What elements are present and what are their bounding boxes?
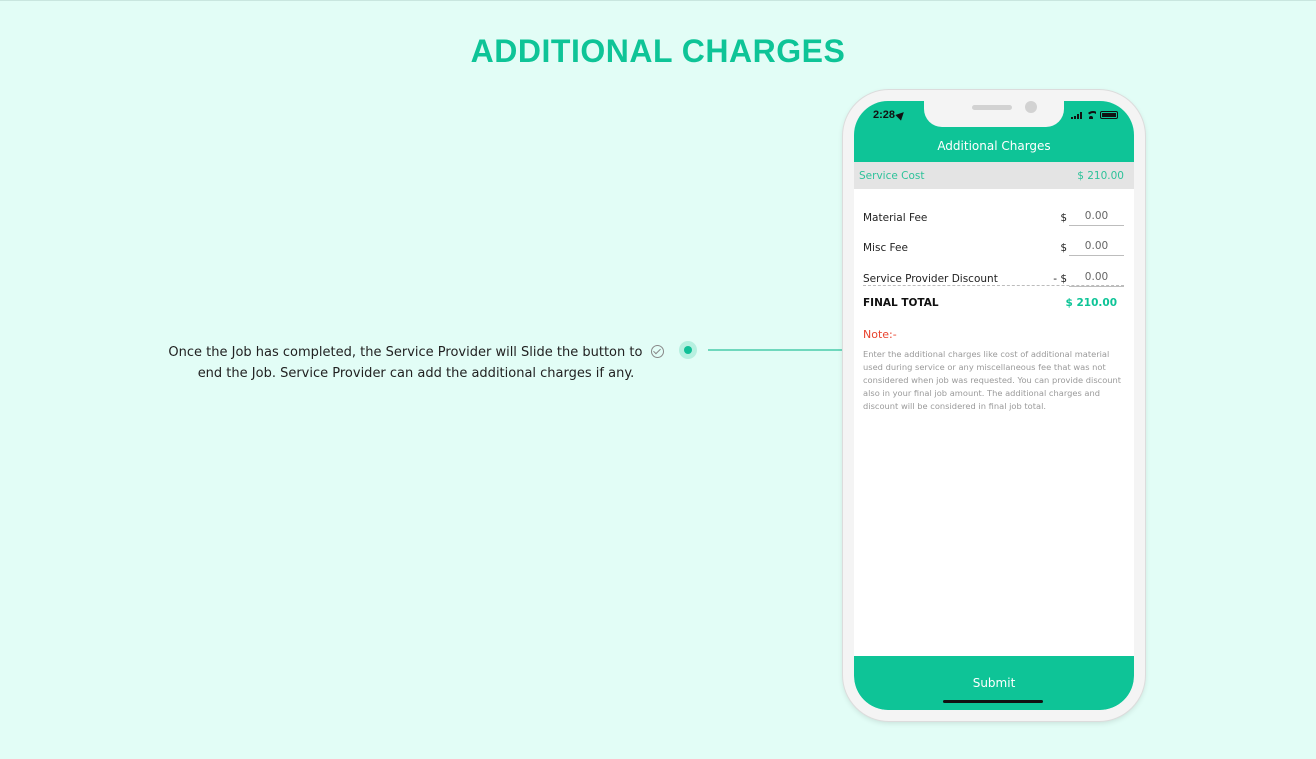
app-header: 2:28 Additional Charges	[854, 101, 1134, 162]
material-fee-row: Material Fee $ 0.00	[854, 207, 1134, 229]
cellular-signal-icon	[1071, 111, 1082, 119]
submit-button[interactable]: Submit	[854, 656, 1134, 710]
material-fee-label: Material Fee	[863, 212, 928, 224]
status-time-text: 2:28	[873, 109, 896, 121]
check-circle-icon	[650, 345, 664, 358]
home-indicator	[943, 700, 1043, 703]
discount-row: Service Provider Discount - $ 0.00	[854, 268, 1134, 290]
final-total-label: FINAL TOTAL	[863, 297, 939, 309]
timeline-dot	[679, 341, 697, 359]
misc-fee-currency: $	[1060, 242, 1067, 254]
feature-description: Once the Job has completed, the Service …	[160, 342, 672, 384]
service-cost-row: Service Cost $ 210.00	[854, 162, 1134, 189]
service-cost-value: $ 210.00	[1077, 169, 1124, 182]
phone-screen: 2:28 Additional Charges Service Cost $ 2…	[854, 101, 1134, 710]
dashed-divider	[863, 285, 1124, 286]
service-cost-label: Service Cost	[859, 169, 925, 182]
misc-fee-row: Misc Fee $ 0.00	[854, 237, 1134, 259]
note-text: Enter the additional charges like cost o…	[863, 349, 1122, 411]
material-fee-input[interactable]: 0.00	[1069, 210, 1124, 226]
battery-icon	[1100, 111, 1118, 119]
description-line-1: Once the Job has completed, the Service …	[168, 345, 643, 360]
note-label: Note:-	[863, 328, 897, 341]
phone-mockup: 2:28 Additional Charges Service Cost $ 2…	[843, 90, 1145, 721]
final-total-row: FINAL TOTAL $ 210.00	[854, 297, 1134, 313]
connector-line	[708, 349, 848, 351]
page-title: ADDITIONAL CHARGES	[470, 33, 846, 69]
final-total-value: $ 210.00	[1065, 297, 1117, 309]
status-bar-time: 2:28	[873, 109, 907, 121]
wifi-icon	[1086, 111, 1096, 119]
misc-fee-label: Misc Fee	[863, 242, 908, 254]
misc-fee-input[interactable]: 0.00	[1069, 240, 1124, 256]
material-fee-currency: $	[1060, 212, 1067, 224]
speaker	[972, 105, 1012, 110]
location-arrow-icon	[895, 109, 907, 121]
screen-title: Additional Charges	[937, 139, 1051, 153]
submit-label: Submit	[972, 676, 1016, 690]
discount-label: Service Provider Discount	[863, 273, 998, 285]
phone-notch	[924, 101, 1064, 127]
front-camera	[1025, 101, 1037, 113]
status-icons	[1071, 111, 1118, 119]
description-line-2: end the Job. Service Provider can add th…	[197, 366, 635, 381]
discount-currency: - $	[1053, 273, 1067, 285]
